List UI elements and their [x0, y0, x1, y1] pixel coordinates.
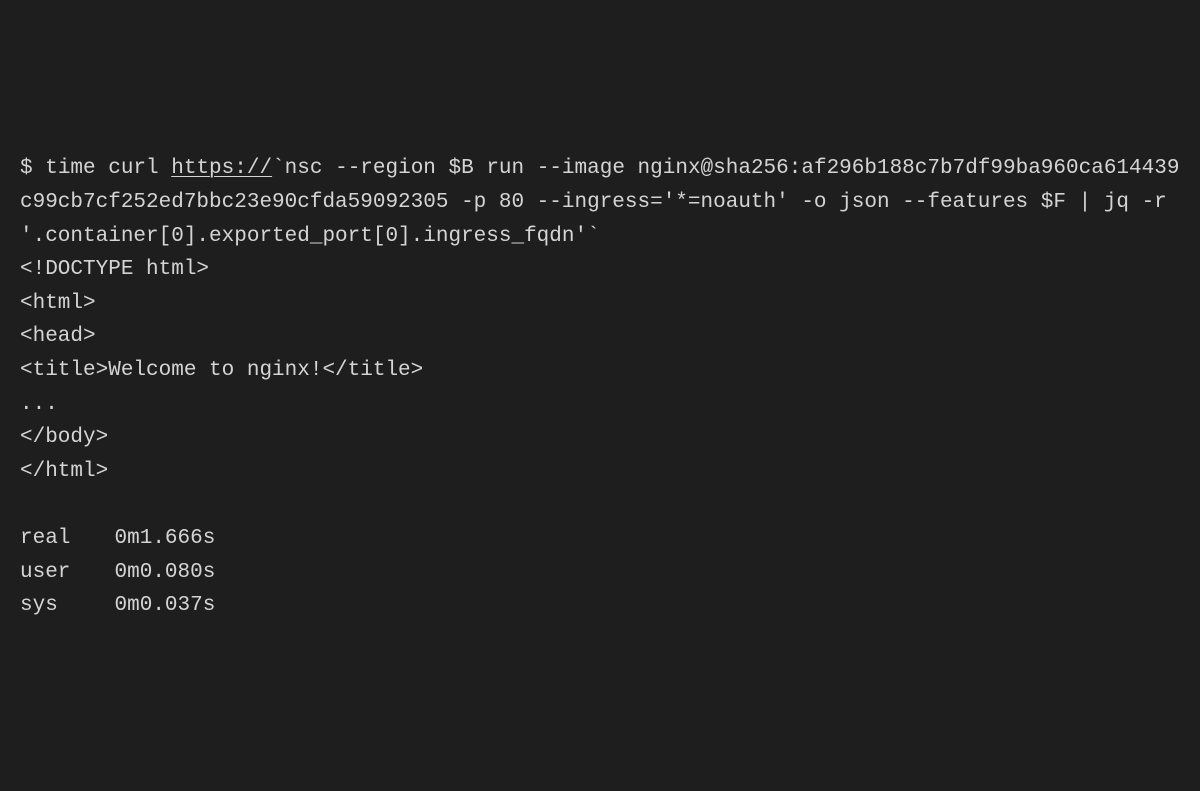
output-line: </body>	[20, 421, 1180, 455]
output-line: <title>Welcome to nginx!</title>	[20, 354, 1180, 388]
timing-value: 0m0.080s	[115, 556, 216, 590]
timing-value: 0m0.037s	[115, 589, 216, 623]
timing-real: real 0m1.666s	[20, 522, 1180, 556]
command-text-url: https://	[171, 157, 272, 180]
blank-line	[20, 488, 1180, 522]
timing-value: 0m1.666s	[115, 522, 216, 556]
shell-prompt: $	[20, 157, 45, 180]
output-line: <html>	[20, 287, 1180, 321]
command-line: $ time curl https://`nsc --region $B run…	[20, 152, 1180, 253]
output-line: ...	[20, 388, 1180, 422]
terminal-output: $ time curl https://`nsc --region $B run…	[20, 152, 1180, 622]
timing-user: user 0m0.080s	[20, 556, 1180, 590]
timing-label: user	[20, 556, 89, 590]
output-line: </html>	[20, 455, 1180, 489]
timing-sys: sys 0m0.037s	[20, 589, 1180, 623]
timing-label: real	[20, 522, 89, 556]
output-line: <!DOCTYPE html>	[20, 253, 1180, 287]
timing-label: sys	[20, 589, 89, 623]
command-text-pre: time curl	[45, 157, 171, 180]
output-line: <head>	[20, 320, 1180, 354]
